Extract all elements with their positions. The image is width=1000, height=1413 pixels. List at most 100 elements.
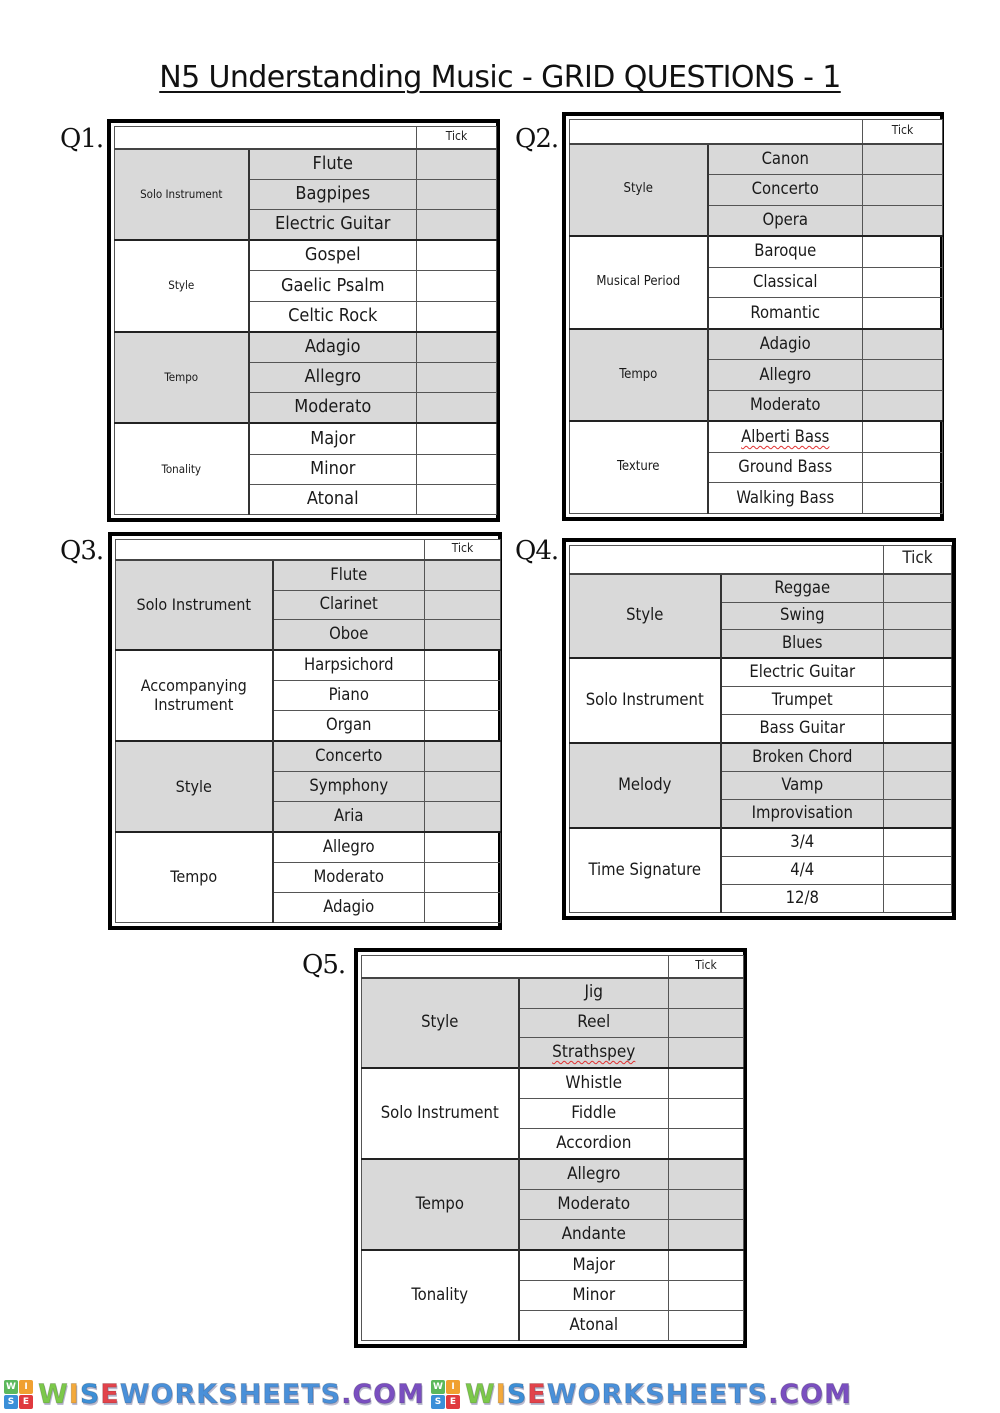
tick-checkbox-cell[interactable] <box>668 1219 744 1251</box>
tick-checkbox-cell[interactable] <box>668 1249 744 1282</box>
tick-checkbox-cell[interactable] <box>424 862 501 894</box>
tick-checkbox-cell[interactable] <box>862 266 943 299</box>
option-row: Time Signature 3/4 <box>569 827 952 914</box>
tick-checkbox-cell[interactable] <box>416 392 497 424</box>
category-label: Texture <box>569 420 709 515</box>
tick-checkbox-cell[interactable] <box>862 327 943 361</box>
option-label: Classical <box>707 266 863 299</box>
header-blank-cell <box>569 119 863 145</box>
option-label: Baroque <box>707 235 863 268</box>
option-label: Moderato <box>272 862 425 894</box>
tick-checkbox-cell[interactable] <box>862 482 943 514</box>
option-label: Alberti Bass <box>707 420 863 454</box>
option-label: Flute <box>248 147 417 180</box>
option-label: Major <box>248 422 417 455</box>
tick-checkbox-cell[interactable] <box>668 1007 744 1039</box>
option-label: Adagio <box>272 892 425 923</box>
tick-checkbox-cell[interactable] <box>424 649 501 682</box>
option-label: Romantic <box>707 297 863 330</box>
tick-checkbox-cell[interactable] <box>668 1037 744 1069</box>
tick-checkbox-cell[interactable] <box>424 831 501 864</box>
tick-checkbox-cell[interactable] <box>883 884 952 913</box>
option-label: Opera <box>707 204 863 237</box>
tick-checkbox-cell[interactable] <box>416 362 497 394</box>
option-row: Solo Instrument Flute <box>115 558 501 651</box>
tick-checkbox-cell[interactable] <box>416 239 497 272</box>
option-label: Strathspey <box>518 1037 669 1069</box>
tick-column-header: Tick <box>883 545 952 575</box>
tick-checkbox-cell[interactable] <box>668 1158 744 1191</box>
tick-checkbox-cell[interactable] <box>668 976 744 1009</box>
option-label: Broken Chord <box>720 742 884 773</box>
tick-checkbox-cell[interactable] <box>416 178 497 210</box>
tick-checkbox-cell[interactable] <box>883 742 952 773</box>
option-label: Blues <box>720 629 884 659</box>
option-row: Solo Instrument Flute <box>114 147 497 241</box>
tick-checkbox-cell[interactable] <box>424 558 501 591</box>
tick-checkbox-cell[interactable] <box>862 420 943 454</box>
tick-checkbox-cell[interactable] <box>416 483 497 516</box>
category-label: Tonality <box>361 1249 520 1342</box>
tick-checkbox-cell[interactable] <box>862 389 943 422</box>
tick-checkbox-cell[interactable] <box>883 714 952 744</box>
tick-checkbox-cell[interactable] <box>424 710 501 742</box>
tick-checkbox-cell[interactable] <box>862 452 943 484</box>
tick-checkbox-cell[interactable] <box>668 1310 744 1341</box>
option-row: Solo Instrument Electric Guitar <box>569 657 952 744</box>
grid-question-1: Tick Solo Instrument Flute Bagpipes Electric… <box>107 119 500 522</box>
tick-checkbox-cell[interactable] <box>668 1189 744 1221</box>
grid-table: Tick Solo Instrument Flute Bagpipes Electric… <box>114 126 497 516</box>
tick-checkbox-cell[interactable] <box>416 208 497 241</box>
tick-checkbox-cell[interactable] <box>424 801 501 833</box>
tick-checkbox-cell[interactable] <box>668 1067 744 1100</box>
option-label: Canon <box>707 142 863 176</box>
option-label: Moderato <box>248 392 417 424</box>
tick-checkbox-cell[interactable] <box>668 1098 744 1130</box>
option-label: Jig <box>518 976 669 1009</box>
tick-checkbox-cell[interactable] <box>883 657 952 688</box>
tick-checkbox-cell[interactable] <box>862 174 943 206</box>
option-row: Style Jig <box>361 976 744 1069</box>
tick-checkbox-cell[interactable] <box>883 572 952 603</box>
tick-checkbox-cell[interactable] <box>424 892 501 923</box>
tick-checkbox-cell[interactable] <box>424 740 501 773</box>
tick-checkbox-cell[interactable] <box>416 453 497 485</box>
tick-checkbox-cell[interactable] <box>424 680 501 712</box>
option-label: Allegro <box>518 1158 669 1191</box>
tick-checkbox-cell[interactable] <box>883 771 952 801</box>
option-label: Electric Guitar <box>248 208 417 241</box>
tick-checkbox-cell[interactable] <box>424 619 501 651</box>
tick-checkbox-cell[interactable] <box>883 799 952 829</box>
tick-checkbox-cell[interactable] <box>416 270 497 302</box>
tick-checkbox-cell[interactable] <box>416 147 497 180</box>
header-blank-cell <box>569 545 884 575</box>
tick-checkbox-cell[interactable] <box>424 589 501 621</box>
tick-checkbox-cell[interactable] <box>883 629 952 659</box>
category-label: Style <box>115 740 274 833</box>
grid-table: Tick Style Jig Reel Strathspey Solo Instrumen… <box>361 955 744 1342</box>
category-label: Tempo <box>569 327 709 422</box>
tick-checkbox-cell[interactable] <box>883 827 952 858</box>
option-label: Gaelic Psalm <box>248 270 417 302</box>
header-row: Tick <box>569 119 943 145</box>
tick-checkbox-cell[interactable] <box>883 856 952 886</box>
tick-checkbox-cell[interactable] <box>416 422 497 455</box>
tick-checkbox-cell[interactable] <box>416 330 497 364</box>
tick-column-header: Tick <box>862 119 943 145</box>
tick-checkbox-cell[interactable] <box>862 297 943 330</box>
tick-checkbox-cell[interactable] <box>883 601 952 631</box>
tick-checkbox-cell[interactable] <box>862 235 943 268</box>
tick-checkbox-cell[interactable] <box>668 1128 744 1160</box>
tick-checkbox-cell[interactable] <box>862 142 943 176</box>
tick-checkbox-cell[interactable] <box>416 300 497 333</box>
tick-checkbox-cell[interactable] <box>862 359 943 391</box>
tick-checkbox-cell[interactable] <box>668 1280 744 1312</box>
category-label: Style <box>569 142 709 237</box>
option-label: Adagio <box>248 330 417 364</box>
tick-checkbox-cell[interactable] <box>883 686 952 716</box>
tick-column-header: Tick <box>424 539 501 561</box>
option-row: Style Reggae <box>569 572 952 659</box>
tick-checkbox-cell[interactable] <box>862 204 943 237</box>
header-blank-cell <box>114 126 417 150</box>
tick-checkbox-cell[interactable] <box>424 771 501 803</box>
